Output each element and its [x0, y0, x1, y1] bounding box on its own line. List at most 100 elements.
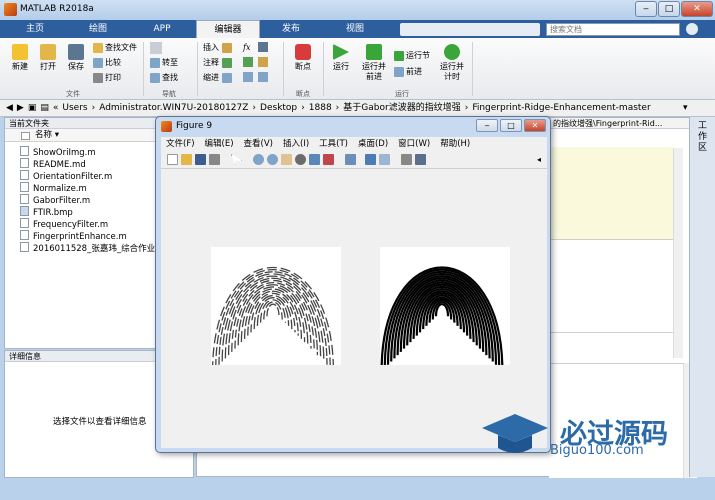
address-bar[interactable]: ◀ ▶ ▣ ▤ «Users › Administrator.WIN7U-20180127Z… [0, 100, 715, 117]
menu-tools[interactable]: 工具(T) [319, 139, 348, 149]
figure-maximize-button[interactable]: □ [500, 119, 522, 132]
quick-access-toolbar[interactable] [400, 23, 540, 36]
print-button[interactable]: 打印 [93, 72, 121, 84]
help-icon[interactable] [686, 23, 698, 35]
file-item[interactable]: Normalize.m [20, 182, 87, 194]
path-segment[interactable]: Desktop [260, 103, 297, 113]
figure-canvas[interactable] [161, 169, 547, 448]
file-item[interactable]: README.md [20, 158, 86, 170]
edit-tool-icon[interactable] [258, 42, 268, 52]
comment-button[interactable]: 注释 [203, 57, 234, 69]
zoom-in-icon[interactable] [253, 154, 264, 165]
brush-icon[interactable] [323, 154, 334, 165]
path-segment[interactable]: Users [62, 103, 87, 113]
path-segment[interactable]: Fingerprint-Ridge-Enhancement-master [472, 103, 650, 113]
run-and-time-button[interactable]: 运行并计时 [437, 44, 467, 82]
find-button[interactable]: 查找 [150, 72, 178, 84]
run-advance-icon [366, 44, 382, 60]
menu-window[interactable]: 窗口(W) [398, 139, 430, 149]
pan-icon[interactable] [281, 154, 292, 165]
editor-path-label: 的指纹增强\Fingerprint-Rid... [549, 118, 697, 129]
indent-more-icon[interactable] [243, 72, 253, 82]
close-button[interactable]: ✕ [681, 1, 713, 17]
save-figure-icon[interactable] [195, 154, 206, 165]
workspace-side-strip[interactable]: 工作区 [689, 117, 715, 477]
path-segment[interactable]: Administrator.WIN7U-20180127Z [99, 103, 248, 113]
menu-desktop[interactable]: 桌面(D) [358, 139, 388, 149]
run-button[interactable]: 运行 [328, 44, 354, 72]
fx-button[interactable]: fx [243, 42, 250, 54]
wrap-icon[interactable] [258, 57, 268, 67]
percent-icon[interactable] [243, 57, 253, 67]
save-button[interactable]: 保存 [64, 44, 88, 72]
figure-close-button[interactable]: ✕ [524, 119, 546, 132]
select-all-checkbox[interactable] [21, 132, 30, 140]
data-cursor-icon[interactable] [309, 154, 320, 165]
menu-edit[interactable]: 编辑(E) [205, 139, 234, 149]
browse-folder-icon[interactable]: ▤ [40, 103, 49, 113]
path-segment[interactable]: 1888 [309, 103, 332, 113]
tab-apps[interactable]: APP [134, 20, 190, 38]
menu-help[interactable]: 帮助(H) [440, 139, 470, 149]
advance-button[interactable]: 前进 [394, 66, 422, 78]
colorbar-icon[interactable] [365, 154, 376, 165]
up-folder-icon[interactable]: ▣ [28, 103, 37, 113]
file-item[interactable]: GaborFilter.m [20, 194, 90, 206]
watermark-subtitle: Biguo100.com [550, 443, 644, 458]
file-item[interactable]: ShowOriImg.m [20, 146, 96, 158]
breakpoints-button[interactable]: 断点 [290, 44, 316, 72]
maximize-button[interactable]: □ [658, 1, 680, 17]
file-item[interactable]: FrequencyFilter.m [20, 218, 108, 230]
zoom-out-icon[interactable] [267, 154, 278, 165]
tab-editor[interactable]: 编辑器 [196, 20, 260, 38]
run-and-advance-button[interactable]: 运行并前进 [359, 44, 389, 82]
back-arrow-icon[interactable]: ◀ [6, 103, 13, 113]
figure-title: Figure 9 [176, 121, 213, 131]
open-file-icon[interactable] [181, 154, 192, 165]
address-dropdown-icon[interactable]: ▾ [683, 100, 688, 116]
path-segment[interactable]: 基于Gabor滤波器的指纹增强 [343, 103, 460, 113]
toolbar-overflow-icon[interactable]: ◂ [537, 155, 541, 164]
file-item[interactable]: 2016011528_张嘉玮_综合作业_1... [20, 242, 173, 254]
details-empty-message: 选择文件以查看详细信息 [53, 417, 147, 427]
print-figure-icon[interactable] [209, 154, 220, 165]
insert-button[interactable]: 插入 [203, 42, 234, 54]
find-files-button[interactable]: 查找文件 [93, 42, 137, 54]
minimize-button[interactable]: ‒ [635, 1, 657, 17]
tab-publish[interactable]: 发布 [262, 20, 320, 38]
file-item[interactable]: FTIR.bmp [20, 206, 73, 218]
hide-plot-tools-icon[interactable] [401, 154, 412, 165]
tab-home[interactable]: 主页 [8, 20, 62, 38]
link-plot-icon[interactable] [345, 154, 356, 165]
menu-file[interactable]: 文件(F) [166, 139, 195, 149]
figure-toolbar: ◂ [161, 151, 547, 169]
run-group-label: 运行 [395, 90, 409, 98]
menu-view[interactable]: 查看(V) [244, 139, 273, 149]
search-documentation-input[interactable]: 搜索文档 [546, 23, 680, 36]
nav-back-icon[interactable] [150, 42, 162, 54]
figure-minimize-button[interactable]: ‒ [476, 119, 498, 132]
forward-arrow-icon[interactable]: ▶ [17, 103, 24, 113]
menu-insert[interactable]: 插入(I) [283, 139, 309, 149]
pointer-icon[interactable] [231, 154, 242, 165]
compare-button[interactable]: 比较 [93, 57, 121, 69]
new-button[interactable]: 新建 [8, 44, 32, 72]
indent-less-icon[interactable] [258, 72, 268, 82]
show-plot-tools-icon[interactable] [415, 154, 426, 165]
run-section-button[interactable]: 运行节 [394, 50, 430, 62]
editor-scrollbar[interactable] [673, 148, 683, 358]
rotate-3d-icon[interactable] [295, 154, 306, 165]
indent-button[interactable]: 缩进 [203, 72, 234, 84]
open-button[interactable]: 打开 [36, 44, 60, 72]
tab-plots[interactable]: 绘图 [68, 20, 128, 38]
legend-icon[interactable] [379, 154, 390, 165]
goto-button[interactable]: 转至 [150, 57, 178, 69]
find-files-icon [93, 42, 103, 53]
figure-window[interactable]: Figure 9 ‒ □ ✕ 文件(F) 编辑(E) 查看(V) 插入(I) 工具(T)… [155, 116, 551, 453]
workspace-tab-label[interactable]: 工作区 [698, 121, 710, 154]
enhanced-fingerprint-drawing [380, 266, 504, 365]
file-item[interactable]: FingerprintEnhance.m [20, 230, 127, 242]
file-item[interactable]: OrientationFilter.m [20, 170, 112, 182]
new-figure-icon[interactable] [167, 154, 178, 165]
tab-view[interactable]: 视图 [326, 20, 384, 38]
